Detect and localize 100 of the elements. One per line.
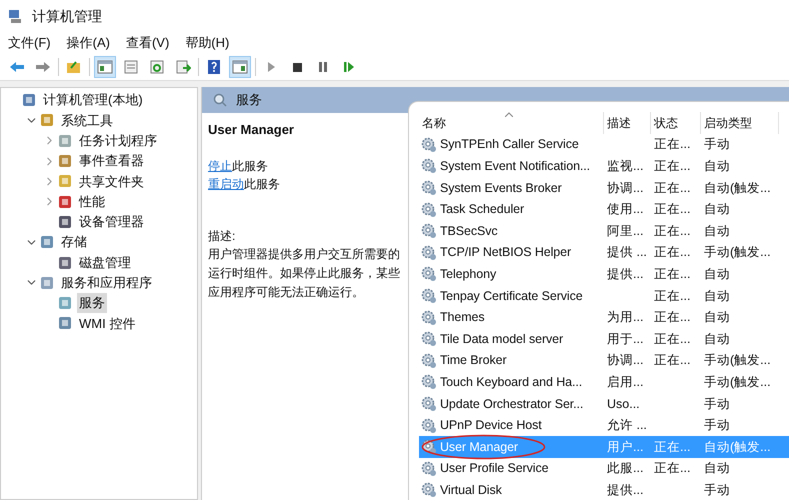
export-icon <box>175 59 191 75</box>
tree-node-icon <box>57 214 73 230</box>
service-name: User Manager <box>208 121 295 139</box>
status-cell: 正在... <box>654 353 690 368</box>
service-row[interactable]: SynTPEnh Caller Service 正在... 手动 <box>419 134 789 156</box>
startup-type-cell: 手动(触发... <box>704 245 771 260</box>
status-cell: 正在... <box>654 245 690 260</box>
column-header[interactable]: 名称 <box>419 112 604 134</box>
gear-icon <box>421 202 437 218</box>
back-arrow-icon <box>9 59 25 75</box>
startup-type-cell: 手动 <box>704 482 730 497</box>
refresh-icon <box>149 59 165 75</box>
action-text: 此服务 <box>244 176 280 193</box>
service-row[interactable]: Tenpay Certificate Service 正在... 自动 <box>419 285 789 307</box>
tree-item[interactable]: 磁盘管理 <box>77 252 133 272</box>
tree-item[interactable]: 系统工具 <box>59 110 115 130</box>
tree-item[interactable]: 共享文件夹 <box>77 172 146 192</box>
description-cell: 此服... <box>607 461 644 476</box>
window-title: 计算机管理 <box>32 6 102 26</box>
service-row[interactable]: System Events Broker 协调... 正在... 自动(触发... <box>419 177 789 199</box>
service-row[interactable]: Themes 为用... 正在... 自动 <box>419 306 789 328</box>
startup-type-cell: 自动 <box>704 202 730 216</box>
service-row[interactable]: User Profile Service 此服... 正在... 自动 <box>419 458 789 480</box>
tree-item[interactable]: 设备管理器 <box>77 212 146 232</box>
menu-item[interactable]: 文件(F) <box>8 33 51 53</box>
startup-type-cell: 手动 <box>704 396 730 411</box>
panel-icon <box>232 59 248 75</box>
tree-node-icon <box>57 315 73 332</box>
action-text: 此服务 <box>232 158 268 175</box>
description-cell: 允许 ... <box>607 418 647 432</box>
service-row[interactable]: Task Scheduler 使用... 正在... 自动 <box>419 198 789 220</box>
tree-item[interactable]: 服务 <box>77 293 107 313</box>
startup-type-cell: 自动(触发... <box>704 180 771 195</box>
service-row[interactable]: TCP/IP NetBIOS Helper 提供 ... 正在... 手动(触发... <box>419 242 789 264</box>
description-label: 描述: <box>208 228 236 245</box>
tree-node-icon <box>57 173 73 190</box>
status-cell: 正在... <box>654 159 690 174</box>
column-header[interactable]: 状态 <box>651 112 701 134</box>
description-cell: 用于... <box>607 332 644 346</box>
service-row[interactable]: UPnP Device Host 允许 ... 手动 <box>419 414 789 436</box>
startup-type-cell: 自动 <box>704 224 730 238</box>
startup-type-cell: 自动 <box>704 461 730 476</box>
computer-icon <box>8 8 24 24</box>
service-name-cell-text: Themes <box>440 309 485 326</box>
startup-type-cell: 自动 <box>704 266 730 281</box>
gear-icon <box>421 244 437 261</box>
service-row[interactable]: TBSecSvc 阿里... 正在... 自动 <box>419 220 789 242</box>
description-cell: 用户... <box>607 440 644 454</box>
tree-item[interactable]: 服务和应用程序 <box>59 273 154 293</box>
service-name-cell-text: Time Broker <box>440 352 507 370</box>
service-name-cell-text: Telephony <box>440 266 496 283</box>
service-name-cell-text: Update Orchestrator Ser... <box>440 396 584 413</box>
tree-item[interactable]: 事件查看器 <box>77 151 146 171</box>
folder-icon <box>66 59 82 75</box>
tree-item[interactable]: 任务计划程序 <box>77 130 159 150</box>
startup-type-cell: 自动 <box>704 159 730 174</box>
status-cell: 正在... <box>654 332 690 346</box>
tree-node-icon <box>57 295 73 312</box>
column-header[interactable]: 启动类型 <box>701 112 779 134</box>
status-cell: 正在... <box>654 202 690 216</box>
column-header[interactable]: 描述 <box>604 112 651 134</box>
service-row[interactable]: Tile Data model server 用于... 正在... 自动 <box>419 328 789 350</box>
service-name-cell-text: User Manager <box>440 438 518 456</box>
gear-icon <box>421 266 437 282</box>
tree-item[interactable]: WMI 控件 <box>77 314 138 334</box>
tree-node-icon <box>39 112 55 128</box>
service-name-cell-text: Virtual Disk <box>440 482 502 499</box>
status-cell: 正在... <box>654 288 690 303</box>
gear-icon <box>421 331 437 348</box>
status-cell: 正在... <box>654 310 690 324</box>
startup-type-cell: 手动(触发... <box>704 374 771 389</box>
gear-icon <box>421 439 437 456</box>
status-cell: 正在... <box>654 440 690 454</box>
menu-item[interactable]: 操作(A) <box>66 33 110 53</box>
menu-item[interactable]: 查看(V) <box>126 33 170 53</box>
gear-icon <box>421 352 437 369</box>
description-cell: 提供... <box>607 482 644 497</box>
startup-type-cell: 手动(触发... <box>704 353 771 368</box>
service-name-cell-text: TBSecSvc <box>440 222 498 240</box>
tree-item[interactable]: 存储 <box>59 232 89 252</box>
tree-node-icon <box>57 153 73 170</box>
tree-item[interactable]: 性能 <box>77 192 107 212</box>
action-link[interactable]: 重启动 <box>208 175 244 193</box>
service-row[interactable]: Touch Keyboard and Ha... 启用... 手动(触发... <box>419 372 789 394</box>
status-cell: 正在... <box>654 137 690 152</box>
service-row[interactable]: Virtual Disk 提供... 手动 <box>419 480 789 500</box>
startup-type-cell: 自动 <box>704 288 730 303</box>
menu-item[interactable]: 帮助(H) <box>185 33 230 53</box>
service-row[interactable]: Telephony 提供... 正在... 自动 <box>419 264 789 286</box>
sort-caret-icon <box>505 112 513 117</box>
service-name-cell-text: User Profile Service <box>440 460 548 478</box>
startup-type-cell: 自动(触发... <box>704 440 771 454</box>
tree-item[interactable]: 计算机管理(本地) <box>41 90 145 110</box>
gear-icon <box>421 158 437 174</box>
service-row[interactable]: Update Orchestrator Ser... Uso... 手动 <box>419 393 789 415</box>
service-row[interactable]: Time Broker 协调... 正在... 手动(触发... <box>419 350 789 372</box>
startup-type-cell: 自动 <box>704 332 730 346</box>
help-icon <box>206 59 222 75</box>
action-link[interactable]: 停止 <box>208 157 232 175</box>
service-row[interactable]: System Event Notification... 监视... 正在... 自动 <box>419 156 789 178</box>
